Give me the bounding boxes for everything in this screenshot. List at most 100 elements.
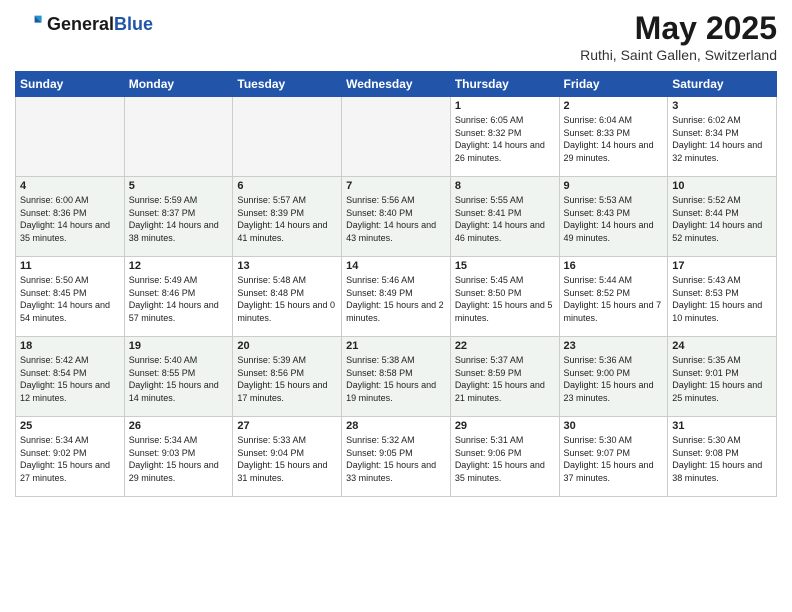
day-number: 10 [672,180,772,192]
day-number: 16 [564,260,664,272]
col-header-saturday: Saturday [668,72,777,97]
day-cell [16,97,125,177]
day-number: 13 [237,260,337,272]
day-cell: 31 Sunrise: 5:30 AMSunset: 9:08 PMDayligh… [668,417,777,497]
day-cell: 25Sunrise: 5:34 AMSunset: 9:02 PMDayligh… [16,417,125,497]
day-cell: 4 Sunrise: 6:00 AMSunset: 8:36 PMDaylight… [16,177,125,257]
day-number: 17 [672,260,772,272]
day-number: 28 [346,420,446,432]
day-cell: 27Sunrise: 5:33 AMSunset: 9:04 PMDayligh… [233,417,342,497]
day-number: 26 [129,420,229,432]
day-number: 30 [564,420,664,432]
day-info: Sunrise: 5:44 AMSunset: 8:52 PMDaylight:… [564,275,662,323]
day-cell: 6 Sunrise: 5:57 AMSunset: 8:39 PMDaylight… [233,177,342,257]
day-cell: 22Sunrise: 5:37 AMSunset: 8:59 PMDayligh… [450,337,559,417]
day-info: Sunrise: 5:53 AMSunset: 8:43 PMDaylight:… [564,195,654,243]
col-header-tuesday: Tuesday [233,72,342,97]
logo: GeneralBlue [15,10,153,38]
day-number: 3 [672,100,772,112]
day-info: Sunrise: 5:30 AMSunset: 9:07 PMDaylight:… [564,435,654,483]
day-info: Sunrise: 5:45 AMSunset: 8:50 PMDaylight:… [455,275,553,323]
day-cell: 14Sunrise: 5:46 AMSunset: 8:49 PMDayligh… [342,257,451,337]
col-header-sunday: Sunday [16,72,125,97]
calendar-table: SundayMondayTuesdayWednesdayThursdayFrid… [15,71,777,497]
logo-general: General [47,14,114,34]
logo-icon [15,10,43,38]
day-number: 15 [455,260,555,272]
day-info: Sunrise: 6:05 AMSunset: 8:32 PMDaylight:… [455,115,545,163]
day-info: Sunrise: 5:36 AMSunset: 9:00 PMDaylight:… [564,355,654,403]
col-header-friday: Friday [559,72,668,97]
day-info: Sunrise: 5:40 AMSunset: 8:55 PMDaylight:… [129,355,219,403]
col-header-thursday: Thursday [450,72,559,97]
week-row-5: 25Sunrise: 5:34 AMSunset: 9:02 PMDayligh… [16,417,777,497]
day-number: 5 [129,180,229,192]
day-cell: 24 Sunrise: 5:35 AMSunset: 9:01 PMDayligh… [668,337,777,417]
logo-text: GeneralBlue [47,14,153,35]
day-number: 18 [20,340,120,352]
day-info: Sunrise: 5:35 AMSunset: 9:01 PMDaylight:… [672,355,762,403]
week-row-1: 1 Sunrise: 6:05 AMSunset: 8:32 PMDaylight… [16,97,777,177]
day-info: Sunrise: 5:32 AMSunset: 9:05 PMDaylight:… [346,435,436,483]
day-info: Sunrise: 5:56 AMSunset: 8:40 PMDaylight:… [346,195,436,243]
day-cell: 16 Sunrise: 5:44 AMSunset: 8:52 PMDayligh… [559,257,668,337]
day-cell: 3 Sunrise: 6:02 AMSunset: 8:34 PMDaylight… [668,97,777,177]
day-info: Sunrise: 5:57 AMSunset: 8:39 PMDaylight:… [237,195,327,243]
day-number: 24 [672,340,772,352]
col-header-wednesday: Wednesday [342,72,451,97]
day-info: Sunrise: 5:43 AMSunset: 8:53 PMDaylight:… [672,275,762,323]
month-title: May 2025 [580,10,777,47]
day-number: 25 [20,420,120,432]
week-row-3: 11Sunrise: 5:50 AMSunset: 8:45 PMDayligh… [16,257,777,337]
day-info: Sunrise: 5:34 AMSunset: 9:03 PMDaylight:… [129,435,219,483]
day-number: 31 [672,420,772,432]
day-info: Sunrise: 5:37 AMSunset: 8:59 PMDaylight:… [455,355,545,403]
day-cell: 8Sunrise: 5:55 AMSunset: 8:41 PMDaylight… [450,177,559,257]
day-cell: 26 Sunrise: 5:34 AMSunset: 9:03 PMDayligh… [124,417,233,497]
day-number: 1 [455,100,555,112]
day-cell [233,97,342,177]
day-info: Sunrise: 5:52 AMSunset: 8:44 PMDaylight:… [672,195,762,243]
header: GeneralBlue May 2025 Ruthi, Saint Gallen… [15,10,777,63]
day-info: Sunrise: 5:38 AMSunset: 8:58 PMDaylight:… [346,355,436,403]
header-row: SundayMondayTuesdayWednesdayThursdayFrid… [16,72,777,97]
day-cell [342,97,451,177]
day-info: Sunrise: 5:31 AMSunset: 9:06 PMDaylight:… [455,435,545,483]
day-info: Sunrise: 5:30 AMSunset: 9:08 PMDaylight:… [672,435,762,483]
title-block: May 2025 Ruthi, Saint Gallen, Switzerlan… [580,10,777,63]
day-cell: 23 Sunrise: 5:36 AMSunset: 9:00 PMDayligh… [559,337,668,417]
day-number: 21 [346,340,446,352]
day-cell: 30 Sunrise: 5:30 AMSunset: 9:07 PMDayligh… [559,417,668,497]
day-info: Sunrise: 6:00 AMSunset: 8:36 PMDaylight:… [20,195,110,243]
day-number: 29 [455,420,555,432]
day-number: 2 [564,100,664,112]
day-info: Sunrise: 5:59 AMSunset: 8:37 PMDaylight:… [129,195,219,243]
day-number: 4 [20,180,120,192]
day-number: 9 [564,180,664,192]
day-number: 14 [346,260,446,272]
day-cell: 29 Sunrise: 5:31 AMSunset: 9:06 PMDayligh… [450,417,559,497]
day-info: Sunrise: 5:48 AMSunset: 8:48 PMDaylight:… [237,275,335,323]
day-info: Sunrise: 5:39 AMSunset: 8:56 PMDaylight:… [237,355,327,403]
day-cell: 20Sunrise: 5:39 AMSunset: 8:56 PMDayligh… [233,337,342,417]
day-cell: 1 Sunrise: 6:05 AMSunset: 8:32 PMDaylight… [450,97,559,177]
day-info: Sunrise: 6:02 AMSunset: 8:34 PMDaylight:… [672,115,762,163]
day-cell: 12Sunrise: 5:49 AMSunset: 8:46 PMDayligh… [124,257,233,337]
page: GeneralBlue May 2025 Ruthi, Saint Gallen… [0,0,792,512]
logo-blue: Blue [114,14,153,34]
day-number: 7 [346,180,446,192]
day-cell: 17 Sunrise: 5:43 AMSunset: 8:53 PMDayligh… [668,257,777,337]
day-cell: 28 Sunrise: 5:32 AMSunset: 9:05 PMDayligh… [342,417,451,497]
location-subtitle: Ruthi, Saint Gallen, Switzerland [580,47,777,63]
day-number: 6 [237,180,337,192]
day-cell: 10 Sunrise: 5:52 AMSunset: 8:44 PMDayligh… [668,177,777,257]
day-number: 23 [564,340,664,352]
day-info: Sunrise: 5:55 AMSunset: 8:41 PMDaylight:… [455,195,545,243]
day-cell: 15 Sunrise: 5:45 AMSunset: 8:50 PMDayligh… [450,257,559,337]
col-header-monday: Monday [124,72,233,97]
day-info: Sunrise: 5:50 AMSunset: 8:45 PMDaylight:… [20,275,110,323]
day-cell: 9 Sunrise: 5:53 AMSunset: 8:43 PMDaylight… [559,177,668,257]
day-cell: 11Sunrise: 5:50 AMSunset: 8:45 PMDayligh… [16,257,125,337]
day-number: 19 [129,340,229,352]
day-cell [124,97,233,177]
